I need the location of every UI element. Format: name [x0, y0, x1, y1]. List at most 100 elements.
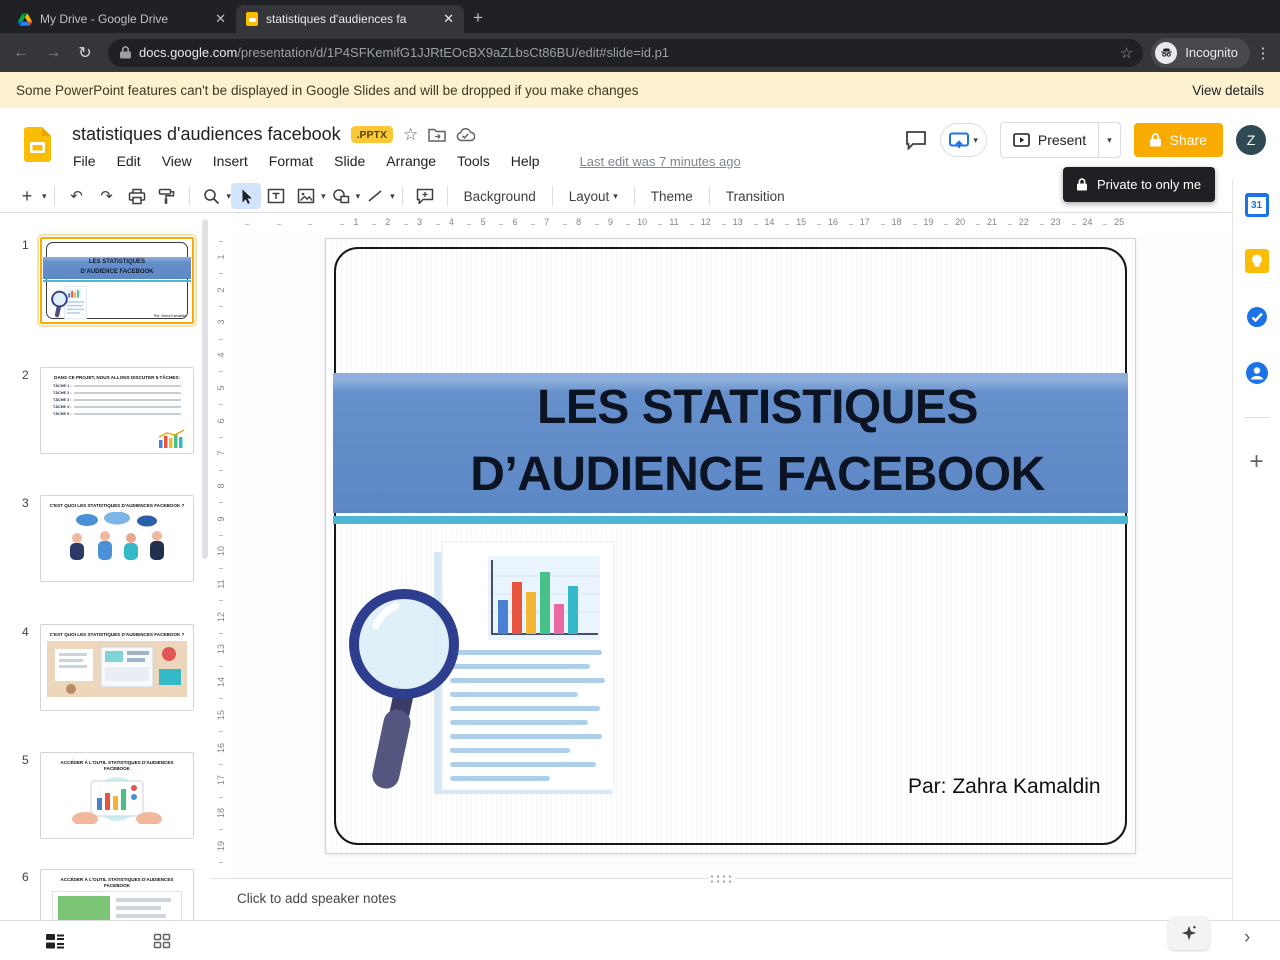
- slide-thumbnail-4[interactable]: C'EST QUOI LES STATISTIQUES D'AUDIENCES …: [40, 624, 194, 711]
- explore-sparkle-icon: [1181, 925, 1197, 941]
- insert-image-icon[interactable]: [291, 183, 321, 209]
- tab-close-icon[interactable]: ✕: [441, 11, 456, 27]
- theme-button[interactable]: Theme: [642, 185, 702, 208]
- print-icon[interactable]: [122, 183, 152, 209]
- incognito-icon: [1155, 41, 1178, 64]
- new-tab-button[interactable]: +: [464, 4, 492, 32]
- current-slide[interactable]: LES STATISTIQUES D’AUDIENCE FACEBOOK Par…: [325, 238, 1136, 854]
- ruler-tick: [499, 224, 504, 225]
- menu-insert[interactable]: Insert: [210, 151, 251, 171]
- slide-thumbnail-3[interactable]: C'EST QUOI LES STATISTIQUES D'AUDIENCES …: [40, 495, 194, 582]
- ruler-tick: [219, 371, 223, 373]
- menu-edit[interactable]: Edit: [114, 151, 144, 171]
- insert-comment-icon[interactable]: [410, 183, 440, 209]
- thumb-title: C'EST QUOI LES STATISTIQUES D'AUDIENCES …: [49, 503, 185, 508]
- new-slide-caret-icon[interactable]: ▾: [42, 191, 47, 202]
- title-banner[interactable]: LES STATISTIQUES D’AUDIENCE FACEBOOK: [333, 373, 1128, 513]
- horizontal-ruler: 1 2 3 4 5 6 7 8 9 10 11 12 13 14 15 16 17 18 19 20 21 22 23 24 2…: [210, 213, 1232, 233]
- menu-file[interactable]: File: [70, 151, 99, 171]
- notes-drag-handle[interactable]: [709, 874, 735, 883]
- ruler-number: 15: [796, 217, 807, 227]
- cloud-status-icon[interactable]: [456, 127, 476, 142]
- filmstrip-scrollbar[interactable]: [202, 219, 208, 559]
- zoom-icon[interactable]: [197, 183, 227, 209]
- menu-help[interactable]: Help: [508, 151, 543, 171]
- filmstrip-view-icon[interactable]: [45, 932, 65, 950]
- line-caret-icon[interactable]: ▾: [390, 191, 395, 202]
- browser-tab-drive[interactable]: My Drive - Google Drive ✕: [8, 5, 236, 33]
- address-bar[interactable]: docs.google.com/presentation/d/1P4SFKemi…: [108, 38, 1144, 67]
- share-button[interactable]: Share: [1133, 123, 1223, 157]
- google-drive-favicon-icon: [18, 12, 32, 26]
- present-to-meeting-button[interactable]: ▾: [940, 123, 987, 157]
- view-details-link[interactable]: View details: [1192, 83, 1264, 98]
- ruler-number: 13: [732, 217, 743, 227]
- thumb-title: C'EST QUOI LES STATISTIQUES D'AUDIENCES …: [49, 632, 185, 637]
- lock-icon: [1149, 133, 1161, 147]
- bookmark-star-icon[interactable]: ☆: [1120, 44, 1133, 62]
- star-document-icon[interactable]: ☆: [403, 126, 418, 143]
- magnifier-document-illustration[interactable]: [338, 522, 638, 817]
- last-edit-link[interactable]: Last edit was 7 minutes ago: [580, 154, 741, 169]
- background-button[interactable]: Background: [455, 185, 545, 208]
- move-folder-icon[interactable]: [428, 127, 446, 142]
- ruler-tick: [340, 224, 345, 225]
- grid-view-icon[interactable]: [153, 932, 171, 950]
- keep-icon[interactable]: [1244, 249, 1269, 273]
- comment-history-icon[interactable]: [905, 130, 927, 150]
- menu-bar: File Edit View Insert Format Slide Arran…: [70, 151, 741, 171]
- browser-menu-icon[interactable]: ⋮: [1252, 44, 1274, 62]
- ruler-tick: [1039, 224, 1044, 225]
- present-button[interactable]: Present: [1001, 132, 1098, 148]
- slide-title-line2[interactable]: D’AUDIENCE FACEBOOK: [360, 441, 1155, 508]
- paint-format-icon[interactable]: [152, 183, 182, 209]
- menu-slide[interactable]: Slide: [331, 151, 368, 171]
- hide-panel-chevron-icon[interactable]: ›: [1244, 928, 1250, 947]
- ruler-number: 16: [216, 742, 226, 753]
- select-tool-icon[interactable]: [231, 183, 262, 209]
- speaker-notes-panel: Click to add speaker notes: [210, 874, 1232, 920]
- menu-tools[interactable]: Tools: [454, 151, 493, 171]
- add-addon-button[interactable]: +: [1249, 450, 1263, 474]
- vertical-ruler: 1 2 3 4 5 6 7 8 9 10 11 12 13 14 15 16 17 18 19: [210, 233, 232, 878]
- image-caret-icon[interactable]: ▾: [321, 191, 326, 202]
- slide-thumbnail-2[interactable]: DANS CE PROJET, NOUS ALLONS DISCUTER 5 T…: [40, 367, 194, 454]
- slide-author-text[interactable]: Par: Zahra Kamaldin: [908, 775, 1101, 799]
- back-icon[interactable]: ←: [6, 38, 36, 68]
- ruler-number: 8: [576, 217, 582, 227]
- slide-number: 1: [22, 238, 29, 252]
- insert-shape-icon[interactable]: [326, 183, 356, 209]
- present-options-caret[interactable]: ▾: [1098, 123, 1120, 157]
- new-slide-button[interactable]: +: [12, 183, 42, 209]
- ruler-number: 5: [216, 385, 226, 391]
- menu-format[interactable]: Format: [266, 151, 316, 171]
- slide-thumbnail-5[interactable]: ACCÉDER À L'OUTIL STATISTIQUES D'AUDIENC…: [40, 752, 194, 839]
- explore-button[interactable]: [1168, 916, 1210, 950]
- slides-logo-icon[interactable]: [24, 127, 51, 162]
- insert-line-icon[interactable]: [360, 183, 390, 209]
- ruler-number: 14: [764, 217, 775, 227]
- text-box-icon[interactable]: [261, 183, 291, 209]
- account-avatar[interactable]: Z: [1236, 125, 1266, 155]
- browser-tab-slides[interactable]: statistiques d'audiences fa ✕: [236, 5, 464, 33]
- slide-thumbnail-1[interactable]: LES STATISTIQUES D’AUDIENCE FACEBOOK Par…: [37, 234, 197, 327]
- layout-button[interactable]: Layout ▾: [560, 185, 627, 208]
- menu-view[interactable]: View: [159, 151, 195, 171]
- slide-title-line1[interactable]: LES STATISTIQUES: [360, 374, 1155, 441]
- undo-icon[interactable]: ↶: [62, 183, 92, 209]
- transition-button[interactable]: Transition: [717, 185, 794, 208]
- tasks-icon[interactable]: [1245, 305, 1269, 329]
- slide-thumbnail-6[interactable]: ACCÉDER À L'OUTIL STATISTIQUES D'AUDIENC…: [40, 869, 194, 920]
- forward-icon[interactable]: →: [38, 38, 68, 68]
- reload-icon[interactable]: ↻: [70, 38, 100, 68]
- speaker-notes-placeholder[interactable]: Click to add speaker notes: [237, 891, 396, 906]
- calendar-icon[interactable]: 31: [1244, 193, 1269, 217]
- tab-close-icon[interactable]: ✕: [213, 11, 228, 27]
- menu-arrange[interactable]: Arrange: [383, 151, 439, 171]
- ruler-tick: [219, 469, 223, 471]
- ruler-number: 9: [607, 217, 613, 227]
- contacts-icon[interactable]: [1245, 361, 1269, 385]
- redo-icon[interactable]: ↷: [92, 183, 122, 209]
- ruler-tick: [562, 224, 567, 225]
- document-title[interactable]: statistiques d'audiences facebook: [72, 124, 341, 145]
